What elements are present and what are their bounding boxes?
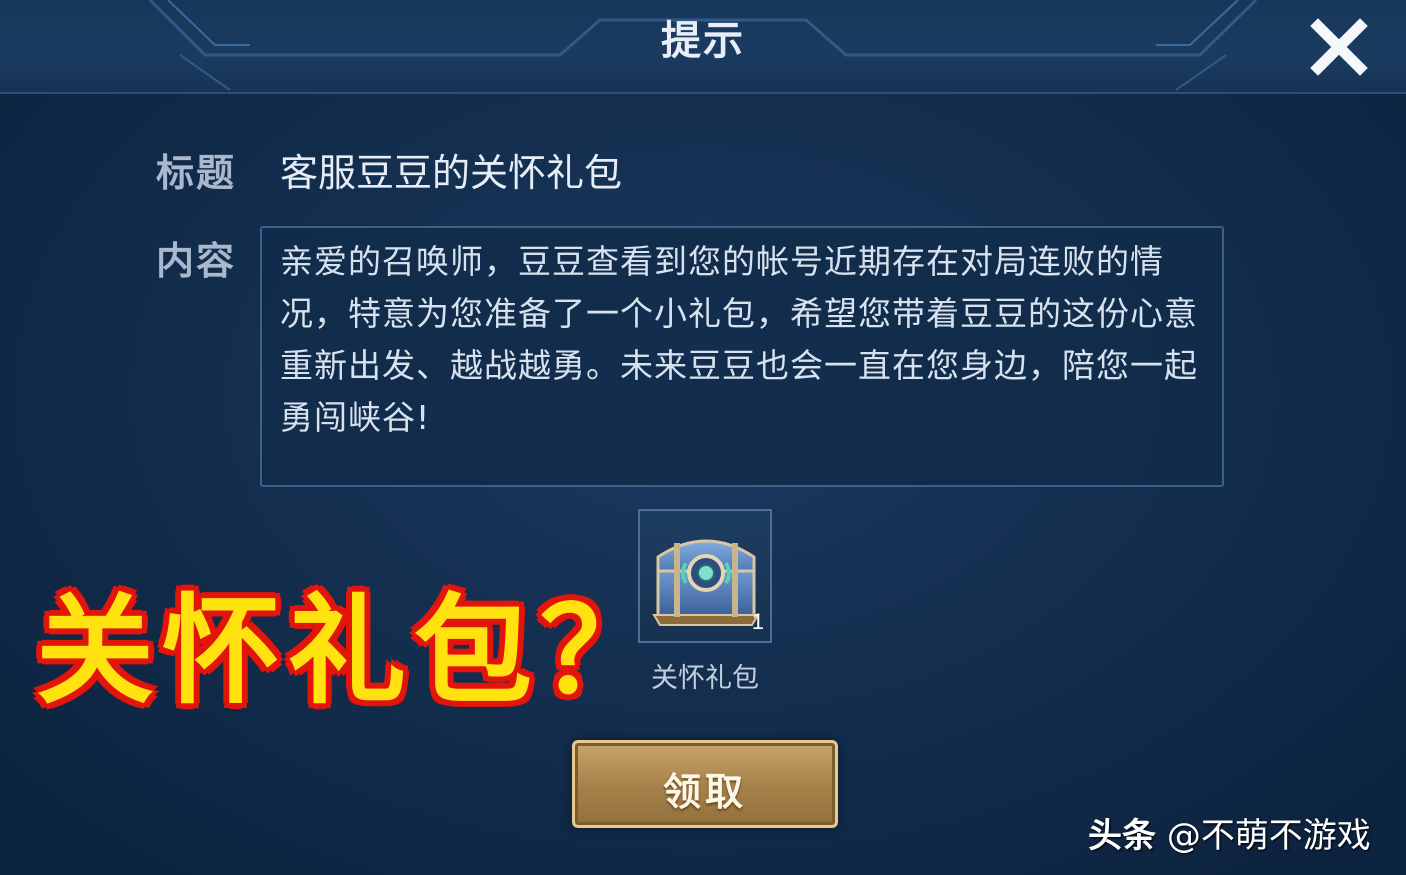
overlay-caption: 关怀礼包？ [36,581,667,720]
watermark-account: @不萌不游戏 [1166,816,1371,856]
watermark: 头条 @不萌不游戏 [1088,808,1371,857]
close-icon [1310,18,1368,76]
game-mail-dialog: 提示 标题 客服豆豆的关怀礼包 内容 亲爱的召唤师，豆豆查看到您的帐号近期存在对… [0,0,1406,875]
content-label: 内容 [156,239,237,283]
mail-subject: 客服豆豆的关怀礼包 [280,151,623,195]
claim-button-label: 领取 [662,770,747,814]
close-button[interactable] [1306,14,1372,80]
reward-count: 1 [751,609,764,634]
subject-label: 标题 [156,151,237,195]
mail-content-box[interactable]: 亲爱的召唤师，豆豆查看到您的帐号近期存在对局连败的情况，特意为您准备了一个小礼包… [260,226,1224,487]
dialog-title: 提示 [661,18,745,64]
watermark-brand: 头条 [1088,816,1156,856]
claim-button[interactable]: 领取 [572,740,838,828]
mail-content: 亲爱的召唤师，豆豆查看到您的帐号近期存在对局连败的情况，特意为您准备了一个小礼包… [280,242,1198,437]
dialog-header: 提示 [0,0,1406,94]
